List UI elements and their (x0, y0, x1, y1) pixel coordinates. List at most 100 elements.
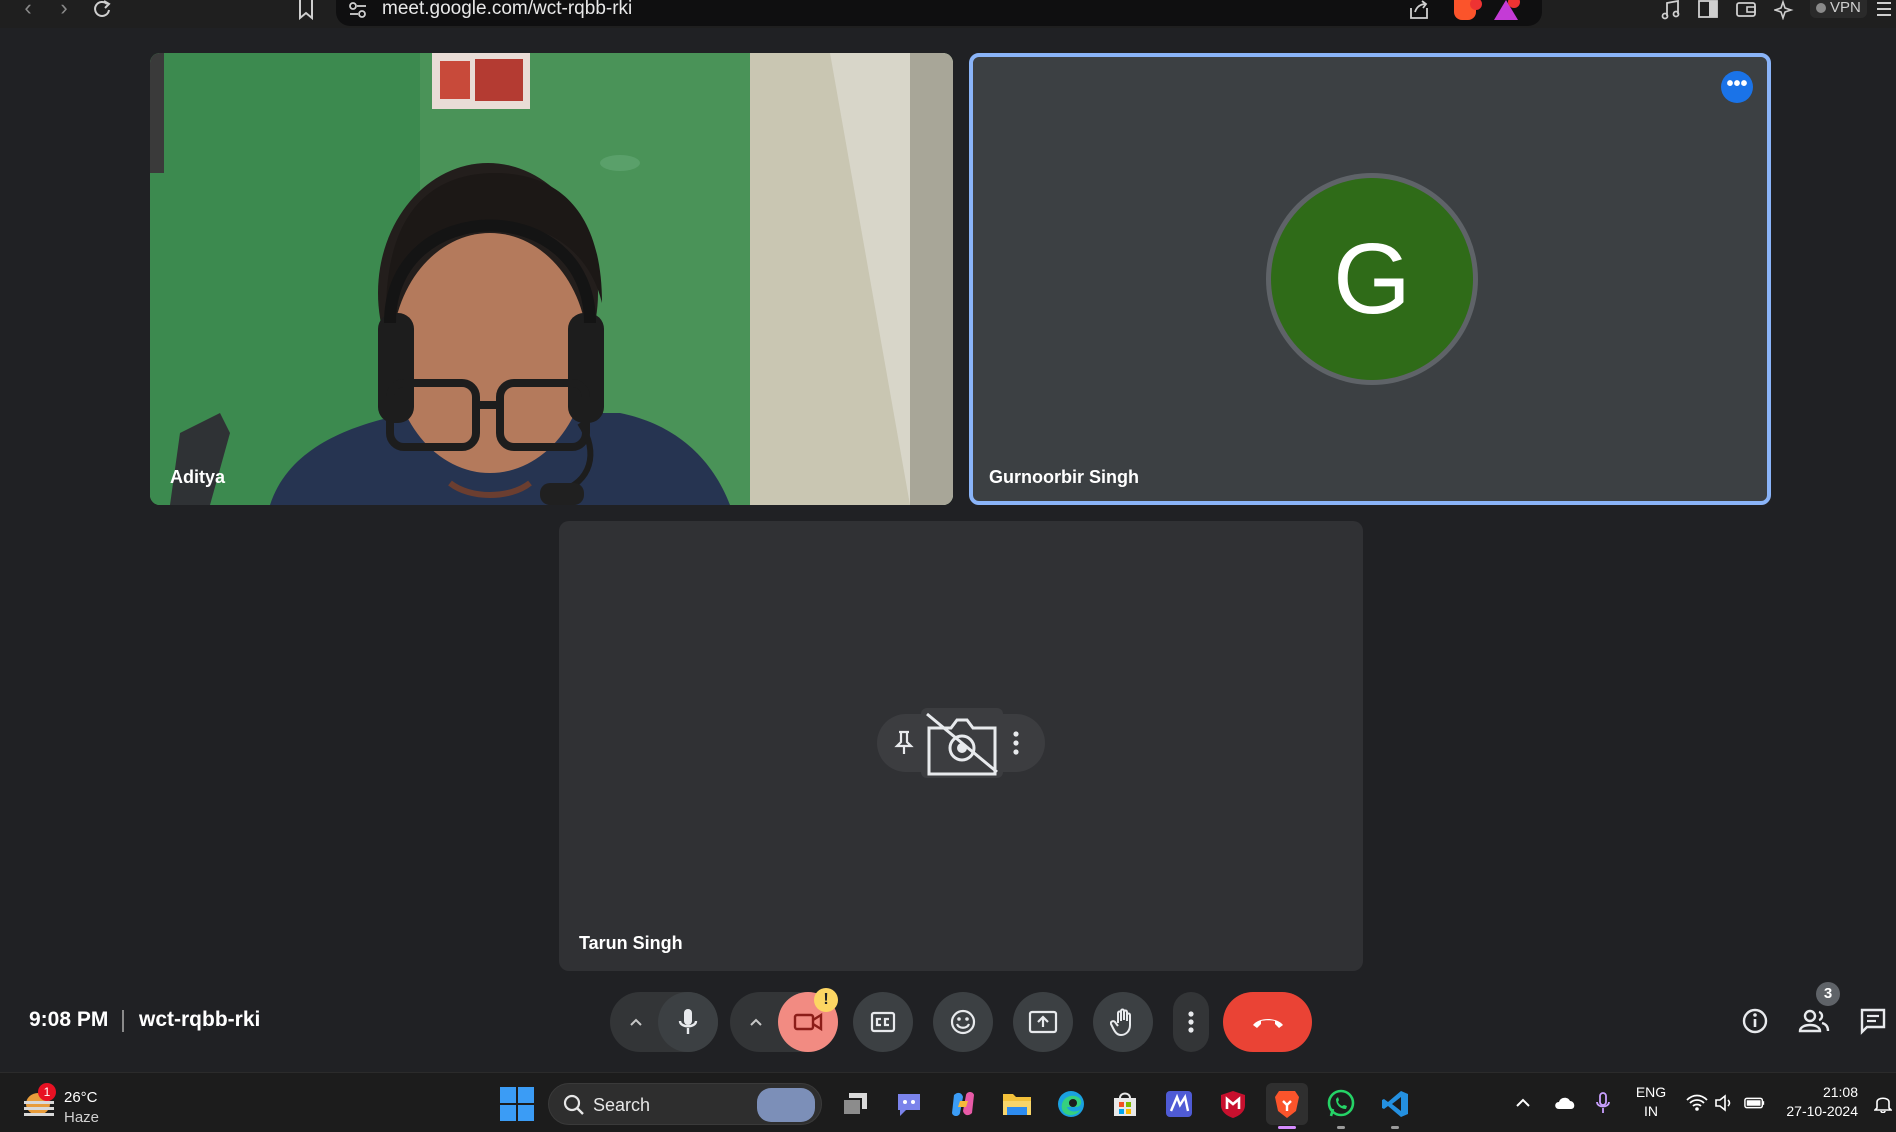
tile-hover-controls (877, 708, 1045, 778)
vpn-label: VPN (1830, 0, 1861, 16)
divider (122, 1010, 124, 1032)
running-app-indicator (1391, 1126, 1399, 1129)
captions-button[interactable] (853, 992, 913, 1052)
clock-time: 21:08 (1822, 1084, 1858, 1100)
notification-bell-icon[interactable] (1872, 1092, 1894, 1114)
camera-off-icon[interactable] (921, 708, 1003, 778)
weather-widget[interactable]: 1 26°C Haze (22, 1083, 132, 1126)
info-icon (1742, 1008, 1768, 1034)
meeting-code: wct-rqbb-rki (139, 1008, 261, 1031)
windows-logo-tile (500, 1105, 516, 1121)
audio-options-chevron-icon[interactable] (614, 992, 658, 1052)
search-highlight-image (757, 1088, 815, 1122)
participant-tile-tarun[interactable]: Tarun Singh (559, 521, 1363, 971)
site-settings-icon[interactable] (348, 2, 368, 23)
volume-icon[interactable] (1714, 1092, 1736, 1114)
hand-icon (1110, 1008, 1131, 1037)
vpn-button[interactable]: VPN (1810, 0, 1867, 18)
url-text[interactable]: meet.google.com/wct-rqbb-rki (382, 0, 632, 18)
more-vert-icon[interactable] (1011, 730, 1021, 761)
windows-logo-tile (518, 1087, 534, 1103)
chat-button[interactable] (1857, 1005, 1889, 1037)
browser-toolbar: ‹ › meet.google.com/wct-rqbb-rki VPN (0, 0, 1896, 28)
vscode-icon[interactable] (1374, 1083, 1416, 1129)
sidebar-icon[interactable] (1698, 0, 1720, 20)
closed-captions-icon (870, 1011, 896, 1033)
windows-logo-tile (500, 1087, 516, 1103)
taskbar-search[interactable]: Search (548, 1083, 822, 1125)
bookmark-icon[interactable] (294, 0, 318, 22)
participant-name: Tarun Singh (579, 933, 683, 953)
meeting-time: 9:08 PM (29, 1008, 109, 1031)
windows-logo-tile (518, 1105, 534, 1121)
camera-off-icon (793, 1012, 823, 1032)
reactions-button[interactable] (933, 992, 993, 1052)
battery-icon[interactable] (1744, 1092, 1766, 1114)
leave-call-button[interactable] (1223, 992, 1312, 1052)
vpn-status-dot (1816, 3, 1826, 13)
meeting-details-button[interactable] (1739, 1005, 1771, 1037)
mathpix-icon[interactable] (1158, 1083, 1200, 1125)
windows-taskbar: 1 26°C Haze Search ENG IN 21:08 27-10-20… (0, 1072, 1896, 1132)
participant-tile-gurnoorbir[interactable]: ••• G Gurnoorbir Singh (969, 53, 1771, 505)
participant-name: Gurnoorbir Singh (989, 467, 1139, 487)
edge-browser-icon[interactable] (1050, 1083, 1092, 1125)
brave-shields-icon[interactable] (1454, 0, 1482, 20)
start-button[interactable] (500, 1087, 534, 1121)
people-icon (1798, 1009, 1830, 1033)
emoji-icon (950, 1009, 976, 1035)
weather-condition: Haze (64, 1109, 100, 1126)
microphone-icon (678, 1009, 698, 1034)
share-icon[interactable] (1408, 0, 1430, 25)
camera-warning-badge: ! (814, 988, 838, 1012)
video-options-chevron-icon[interactable] (734, 992, 778, 1052)
input-language-indicator[interactable]: ENG IN (1634, 1083, 1668, 1121)
raise-hand-button[interactable] (1093, 992, 1153, 1052)
back-icon[interactable]: ‹ (16, 0, 40, 22)
people-button[interactable] (1798, 1005, 1830, 1037)
address-bar[interactable]: meet.google.com/wct-rqbb-rki (336, 0, 1542, 26)
wallet-icon[interactable] (1736, 0, 1758, 20)
participant-count-badge: 3 (1816, 982, 1840, 1006)
show-hidden-icons-chevron-icon[interactable] (1512, 1092, 1534, 1114)
teams-chat-icon[interactable] (888, 1083, 930, 1125)
microphone-in-use-icon[interactable] (1592, 1092, 1614, 1114)
search-icon (563, 1094, 585, 1121)
more-options-button[interactable] (1173, 992, 1209, 1052)
onedrive-cloud-icon[interactable] (1552, 1092, 1578, 1114)
reload-icon[interactable] (90, 0, 114, 22)
microphone-button[interactable] (658, 992, 718, 1052)
brave-browser-icon[interactable] (1266, 1083, 1308, 1129)
present-button[interactable] (1013, 992, 1073, 1052)
more-vert-icon (1188, 1011, 1194, 1033)
taskbar-clock[interactable]: 21:08 27-10-2024 (1782, 1083, 1858, 1121)
more-options-icon[interactable]: ••• (1721, 71, 1753, 103)
clock-date: 27-10-2024 (1786, 1103, 1858, 1119)
weather-temperature: 26°C (64, 1089, 98, 1106)
participant-tile-aditya[interactable]: Aditya (150, 53, 953, 505)
wifi-icon[interactable] (1686, 1092, 1708, 1114)
menu-icon[interactable] (1876, 0, 1896, 20)
present-screen-icon (1028, 1010, 1058, 1034)
brave-rewards-icon[interactable] (1494, 0, 1520, 20)
language-code: ENG (1635, 1084, 1667, 1100)
search-placeholder: Search (593, 1095, 651, 1115)
avatar-ring: G (1266, 173, 1478, 385)
task-view-icon[interactable] (834, 1083, 876, 1125)
participant-name: Aditya (170, 467, 226, 487)
hang-up-icon (1252, 1019, 1283, 1028)
weather-haze-icon (24, 1101, 54, 1104)
running-app-indicator (1337, 1126, 1345, 1129)
microsoft-store-icon[interactable] (1104, 1083, 1146, 1125)
region-code: IN (1644, 1103, 1658, 1119)
pin-icon[interactable] (893, 730, 915, 761)
forward-icon[interactable]: › (52, 0, 76, 22)
whatsapp-icon[interactable] (1320, 1083, 1362, 1129)
media-icon[interactable] (1660, 0, 1682, 20)
file-explorer-icon[interactable] (996, 1083, 1038, 1125)
weather-alert-badge: 1 (38, 1083, 56, 1101)
copilot-icon[interactable] (942, 1083, 984, 1125)
avatar: G (1271, 178, 1473, 380)
mcafee-icon[interactable] (1212, 1083, 1254, 1125)
leo-ai-icon[interactable] (1772, 0, 1796, 21)
